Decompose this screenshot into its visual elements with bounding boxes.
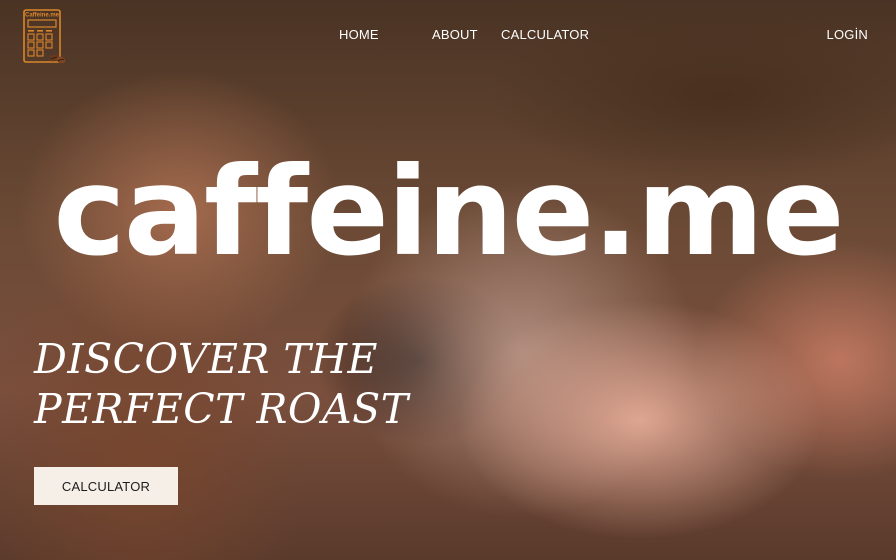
nav-calculator-link[interactable]: CALCULATOR: [501, 27, 589, 43]
calculator-cta-button[interactable]: CALCULATOR: [34, 467, 178, 505]
nav-home-link[interactable]: HOME: [339, 27, 379, 43]
nav-login-link[interactable]: LOGİN: [827, 27, 868, 43]
nav-about-link[interactable]: ABOUT: [432, 27, 478, 43]
tagline-line-2: PERFECT ROAST: [34, 385, 409, 433]
hero-section: Caffeine.me HOME ABOUT CALCULATOR LOGİN …: [0, 0, 896, 560]
tagline-line-1: DISCOVER THE: [34, 335, 378, 383]
hero-title: caffeine.me: [53, 141, 844, 283]
hero-tagline: DISCOVER THE PERFECT ROAST: [34, 334, 409, 434]
svg-text:Caffeine.me: Caffeine.me: [25, 13, 60, 19]
calculator-logo-icon[interactable]: Caffeine.me: [21, 8, 67, 66]
